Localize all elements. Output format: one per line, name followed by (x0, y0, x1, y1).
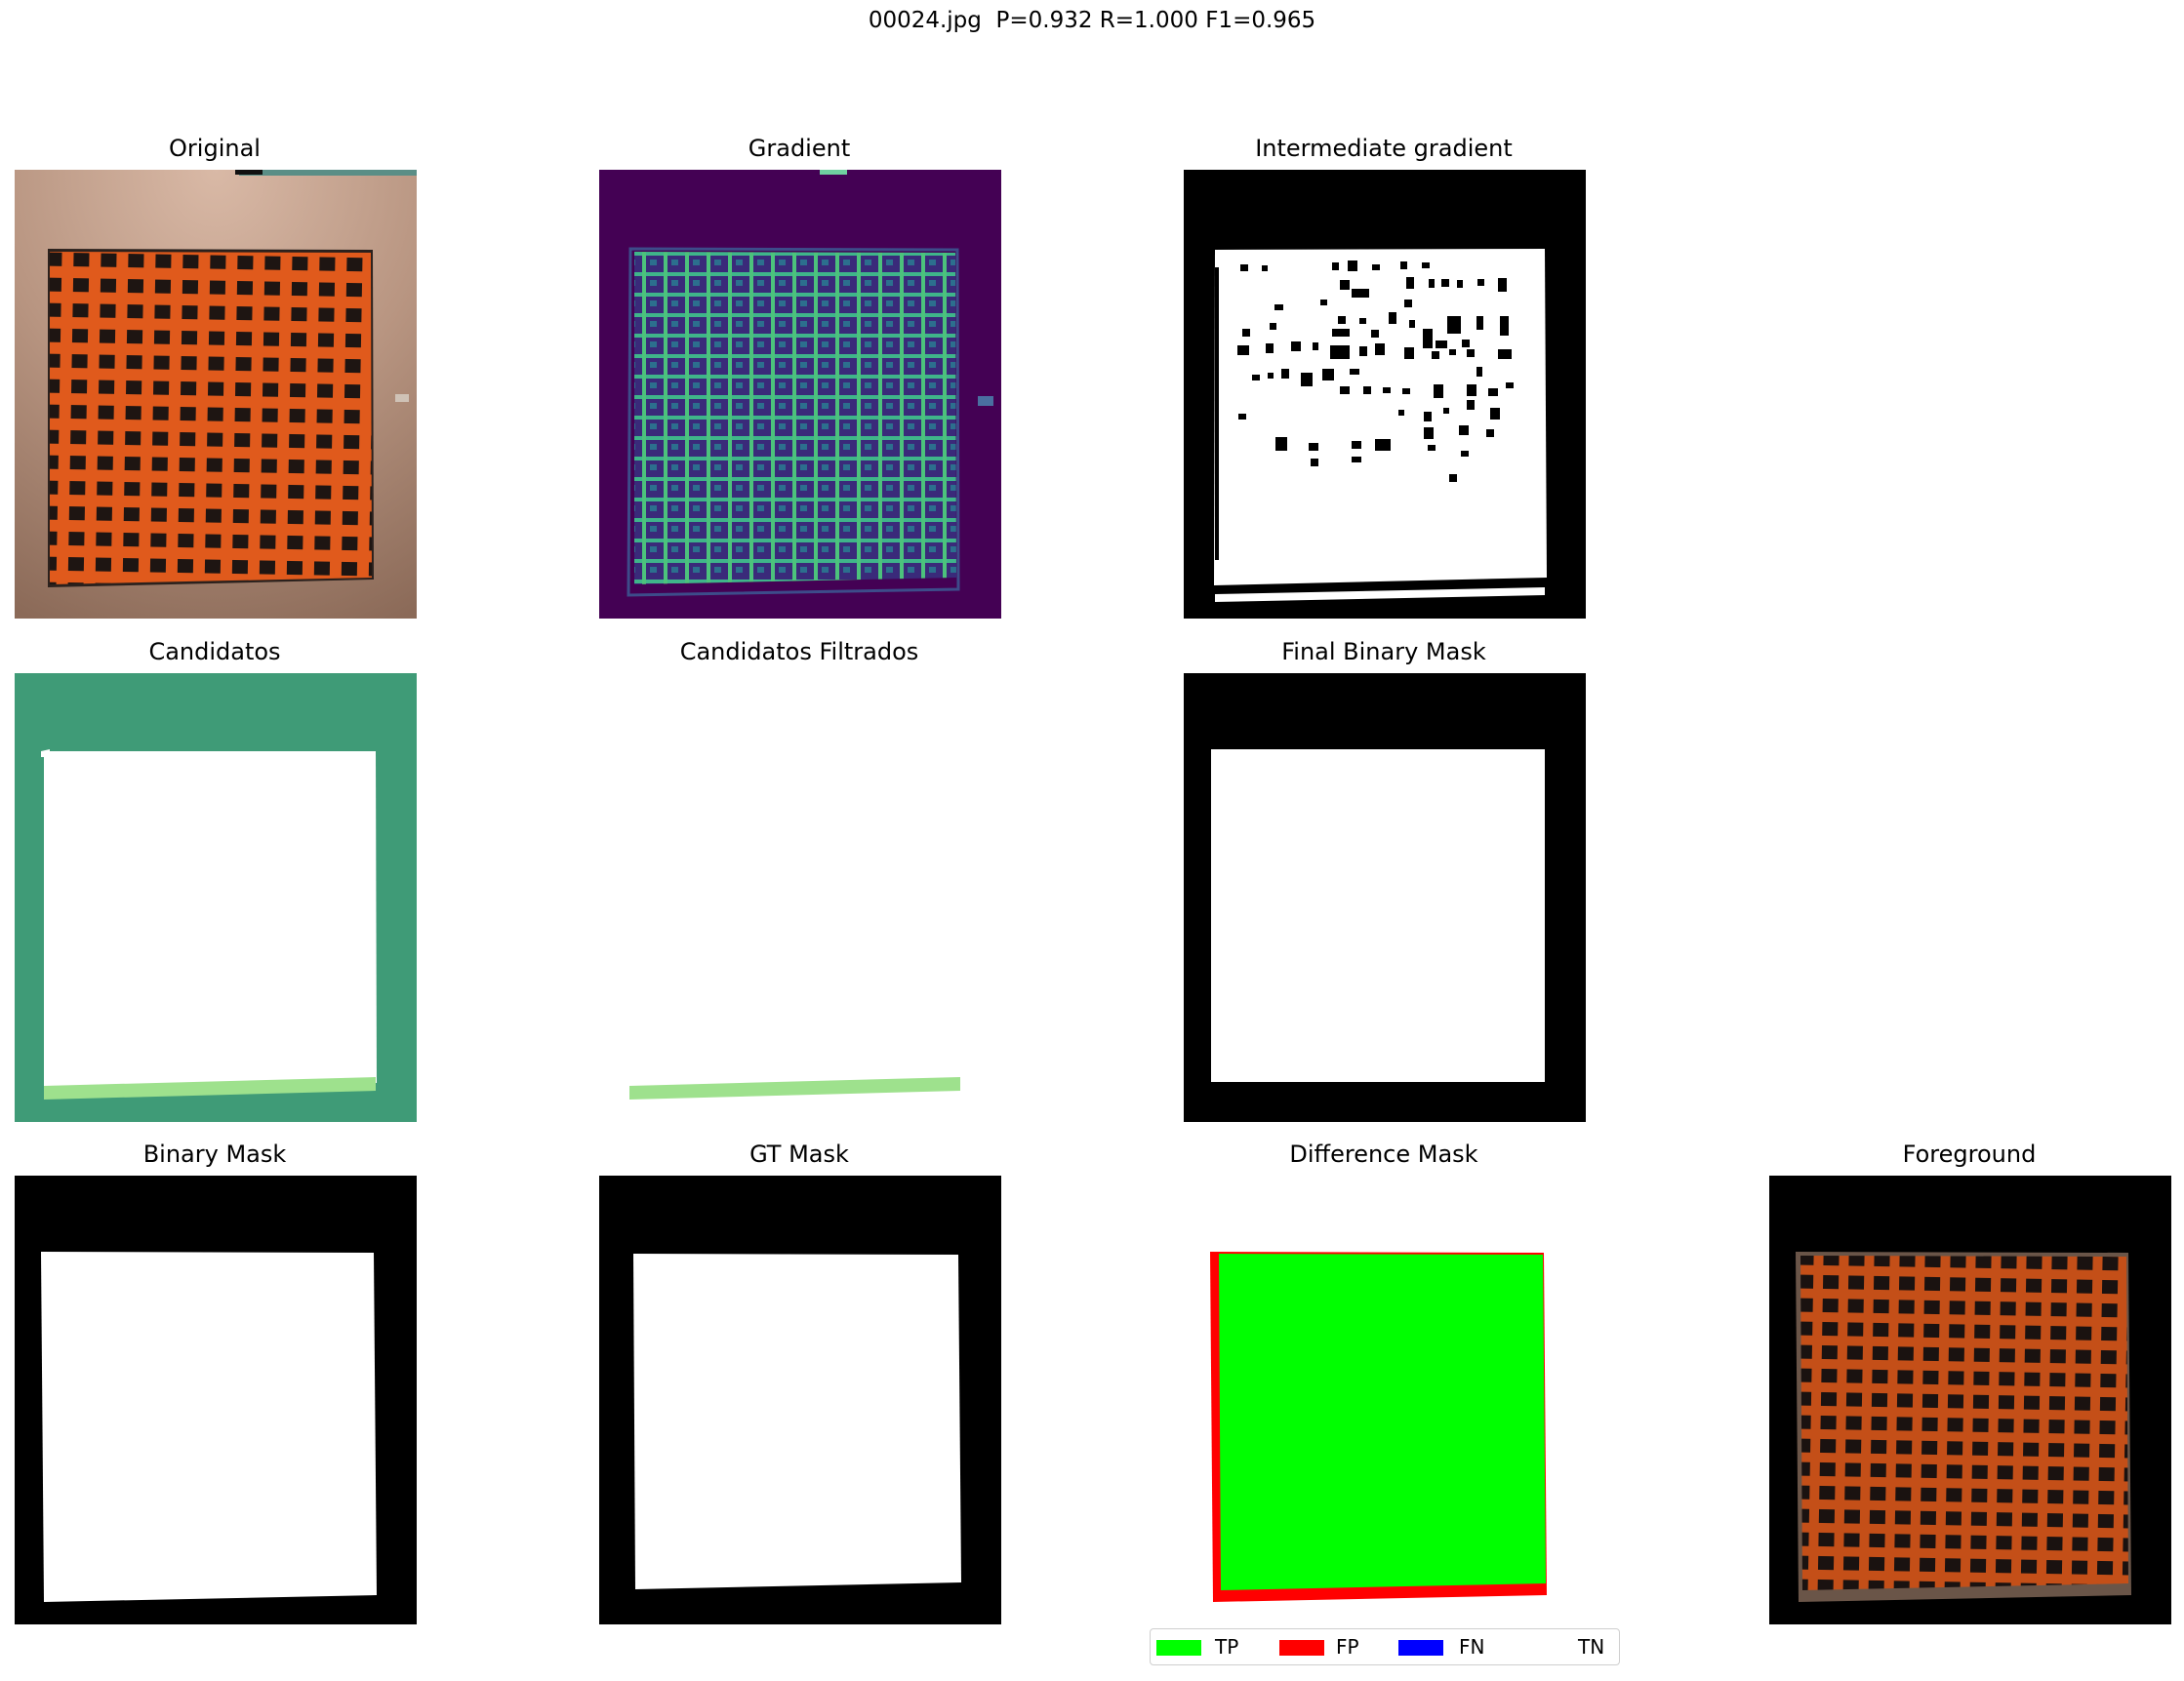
legend-label-fp: FP (1336, 1635, 1359, 1659)
legend-label-tn: TN (1578, 1635, 1605, 1659)
gt-mask-image (599, 1176, 1001, 1624)
legend-label-fn: FN (1459, 1635, 1485, 1659)
intermediate-gradient-image (1184, 170, 1586, 619)
legend: TP FP FN TN (1150, 1628, 1620, 1665)
legend-swatch-fn (1398, 1640, 1443, 1656)
figure-title: 00024.jpg P=0.932 R=1.000 F1=0.965 (868, 8, 1316, 33)
legend-label-tp: TP (1215, 1635, 1239, 1659)
candidatos-filtrados-image (599, 673, 1001, 1122)
candidatos-image (15, 673, 417, 1122)
panel-title-intermediate-gradient: Intermediate gradient (1255, 135, 1513, 162)
legend-item-tn: TN (1519, 1629, 1617, 1664)
gradient-image (599, 170, 1001, 619)
panel-title-gradient: Gradient (748, 135, 851, 162)
panel-title-original: Original (169, 135, 261, 162)
panel-title-binary-mask: Binary Mask (142, 1141, 287, 1168)
panel-title-candidatos-filtrados: Candidatos Filtrados (679, 638, 919, 665)
panel-title-gt-mask: GT Mask (749, 1141, 849, 1168)
panel-title-foreground: Foreground (1902, 1141, 2037, 1168)
panel-title-final-binary-mask: Final Binary Mask (1281, 638, 1486, 665)
foreground-image (1769, 1176, 2171, 1624)
legend-swatch-tp (1156, 1640, 1201, 1656)
legend-item-fn: FN (1396, 1629, 1514, 1664)
legend-swatch-tn (1521, 1640, 1566, 1656)
legend-swatch-fp (1279, 1640, 1324, 1656)
intermediate-mask-svg (1184, 170, 1586, 619)
legend-item-fp: FP (1274, 1629, 1391, 1664)
final-binary-mask-image (1184, 673, 1586, 1122)
legend-item-tp: TP (1151, 1629, 1268, 1664)
panel-title-candidatos: Candidatos (148, 638, 281, 665)
panel-title-difference-mask: Difference Mask (1289, 1141, 1478, 1168)
original-image (15, 170, 417, 619)
difference-mask-image (1184, 1176, 1586, 1624)
binary-mask-image (15, 1176, 417, 1624)
